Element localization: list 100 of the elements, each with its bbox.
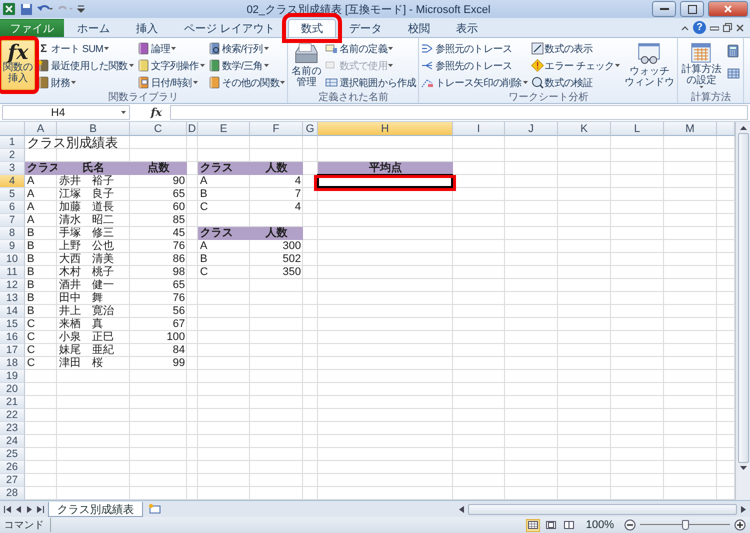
scroll-right-icon[interactable] <box>740 506 747 512</box>
row-header[interactable]: 3 <box>0 162 25 175</box>
column-heading[interactable]: クラス <box>198 227 250 240</box>
ribbon-tab[interactable]: データ <box>336 19 396 37</box>
next-sheet-icon[interactable] <box>26 506 33 512</box>
new-sheet-icon[interactable] <box>147 503 163 515</box>
name-box[interactable]: H4 <box>2 105 130 120</box>
ribbon-button[interactable]: 財務 <box>36 75 135 90</box>
column-heading[interactable]: 人数 <box>250 227 303 240</box>
vertical-scrollbar[interactable] <box>735 122 750 500</box>
column-header[interactable]: G <box>303 122 318 136</box>
insert-function-button[interactable]: fx <box>130 105 170 120</box>
ribbon-button[interactable]: 日付/時刻 <box>136 75 206 90</box>
row-header[interactable]: 26 <box>0 461 25 474</box>
table-cell[interactable]: 67 <box>130 318 187 331</box>
column-header[interactable]: K <box>558 122 611 136</box>
column-heading[interactable]: クラス <box>198 162 250 175</box>
collapse-ribbon-icon[interactable] <box>681 24 689 30</box>
table-cell[interactable]: 田中 舞 <box>57 292 130 305</box>
previous-sheet-icon[interactable] <box>15 506 22 512</box>
zoom-in-icon[interactable] <box>734 519 746 531</box>
sheet-title[interactable]: クラス別成績表 <box>25 136 130 149</box>
column-header[interactable]: D <box>187 122 198 136</box>
table-cell[interactable]: 江塚 良子 <box>57 188 130 201</box>
table-cell[interactable]: B <box>25 305 57 318</box>
row-header[interactable]: 6 <box>0 201 25 214</box>
row-header[interactable]: 24 <box>0 435 25 448</box>
table-cell[interactable]: 60 <box>130 201 187 214</box>
table-cell[interactable]: A <box>198 240 250 253</box>
ribbon-tab[interactable]: ページ レイアウト <box>171 19 288 37</box>
table-cell[interactable]: C <box>198 266 250 279</box>
column-header[interactable]: E <box>198 122 250 136</box>
view-button[interactable] <box>562 518 576 532</box>
table-cell[interactable]: 赤井 裕子 <box>57 175 130 188</box>
column-header[interactable]: F <box>250 122 303 136</box>
column-header[interactable]: M <box>664 122 717 136</box>
table-cell[interactable]: 100 <box>130 331 187 344</box>
table-cell[interactable]: A <box>198 175 250 188</box>
row-header[interactable]: 9 <box>0 240 25 253</box>
row-header[interactable]: 1 <box>0 136 25 149</box>
ribbon-tab[interactable]: 校閲 <box>395 19 444 37</box>
ribbon-button[interactable]: 数式の検証 <box>530 75 622 90</box>
table-cell[interactable]: 清水 昭二 <box>57 214 130 227</box>
first-sheet-icon[interactable] <box>4 506 11 512</box>
table-cell[interactable]: A <box>25 214 57 227</box>
slider-thumb[interactable] <box>682 520 689 530</box>
ribbon-large-button[interactable]: 名前の 管理 <box>289 40 324 90</box>
row-header[interactable]: 25 <box>0 448 25 461</box>
minimize-button[interactable] <box>652 1 676 17</box>
zoom-level[interactable]: 100% <box>580 519 620 531</box>
row-header[interactable]: 13 <box>0 292 25 305</box>
ribbon-button[interactable]: 名前の定義 <box>324 41 418 56</box>
ribbon-button[interactable]: トレース矢印の削除 <box>420 75 529 90</box>
minimize-icon[interactable] <box>710 24 719 30</box>
formula-input[interactable] <box>170 105 748 120</box>
column-header[interactable]: A <box>25 122 57 136</box>
table-cell[interactable]: A <box>25 175 57 188</box>
ribbon-button[interactable]: 検索/行列 <box>206 41 286 56</box>
row-header[interactable]: 12 <box>0 279 25 292</box>
table-cell[interactable]: A <box>25 188 57 201</box>
ribbon-button[interactable]: 参照元のトレース <box>420 41 529 56</box>
column-header[interactable]: I <box>453 122 505 136</box>
restore-button[interactable] <box>680 1 704 17</box>
selected-cell[interactable] <box>317 174 453 188</box>
table-cell[interactable]: C <box>25 344 57 357</box>
table-cell[interactable]: 76 <box>130 292 187 305</box>
table-cell[interactable]: 上野 公也 <box>57 240 130 253</box>
column-heading[interactable]: 氏名 <box>57 162 130 175</box>
row-header[interactable]: 14 <box>0 305 25 318</box>
row-header[interactable]: 20 <box>0 383 25 396</box>
table-cell[interactable]: 妹尾 亜紀 <box>57 344 130 357</box>
table-cell[interactable]: A <box>25 201 57 214</box>
table-cell[interactable]: 井上 寛治 <box>57 305 130 318</box>
row-header[interactable]: 2 <box>0 149 25 162</box>
table-cell[interactable]: 56 <box>130 305 187 318</box>
table-cell[interactable]: B <box>198 253 250 266</box>
ribbon-button[interactable]: 数学/三角 <box>206 58 286 73</box>
zoom-out-icon[interactable] <box>624 519 636 531</box>
table-cell[interactable]: 86 <box>130 253 187 266</box>
row-header[interactable]: 17 <box>0 344 25 357</box>
ribbon-button[interactable]: その他の関数 <box>206 75 286 90</box>
column-header[interactable]: B <box>57 122 130 136</box>
row-header[interactable]: 18 <box>0 357 25 370</box>
table-cell[interactable]: 502 <box>250 253 303 266</box>
table-cell[interactable]: 手塚 修三 <box>57 227 130 240</box>
table-cell[interactable]: 76 <box>130 240 187 253</box>
last-sheet-icon[interactable] <box>37 506 44 512</box>
table-cell[interactable]: C <box>25 331 57 344</box>
table-cell[interactable]: 4 <box>250 201 303 214</box>
close-icon[interactable] <box>736 24 744 32</box>
table-cell[interactable]: 45 <box>130 227 187 240</box>
row-header[interactable]: 22 <box>0 409 25 422</box>
table-cell[interactable]: 65 <box>130 188 187 201</box>
ribbon-tab[interactable]: ファイル <box>0 19 64 37</box>
ribbon-button[interactable]: 数式の表示 <box>530 41 622 56</box>
table-cell[interactable]: 加藤 道長 <box>57 201 130 214</box>
table-cell[interactable]: 90 <box>130 175 187 188</box>
row-header[interactable]: 15 <box>0 318 25 331</box>
table-cell[interactable]: C <box>25 357 57 370</box>
table-cell[interactable]: 津田 桜 <box>57 357 130 370</box>
